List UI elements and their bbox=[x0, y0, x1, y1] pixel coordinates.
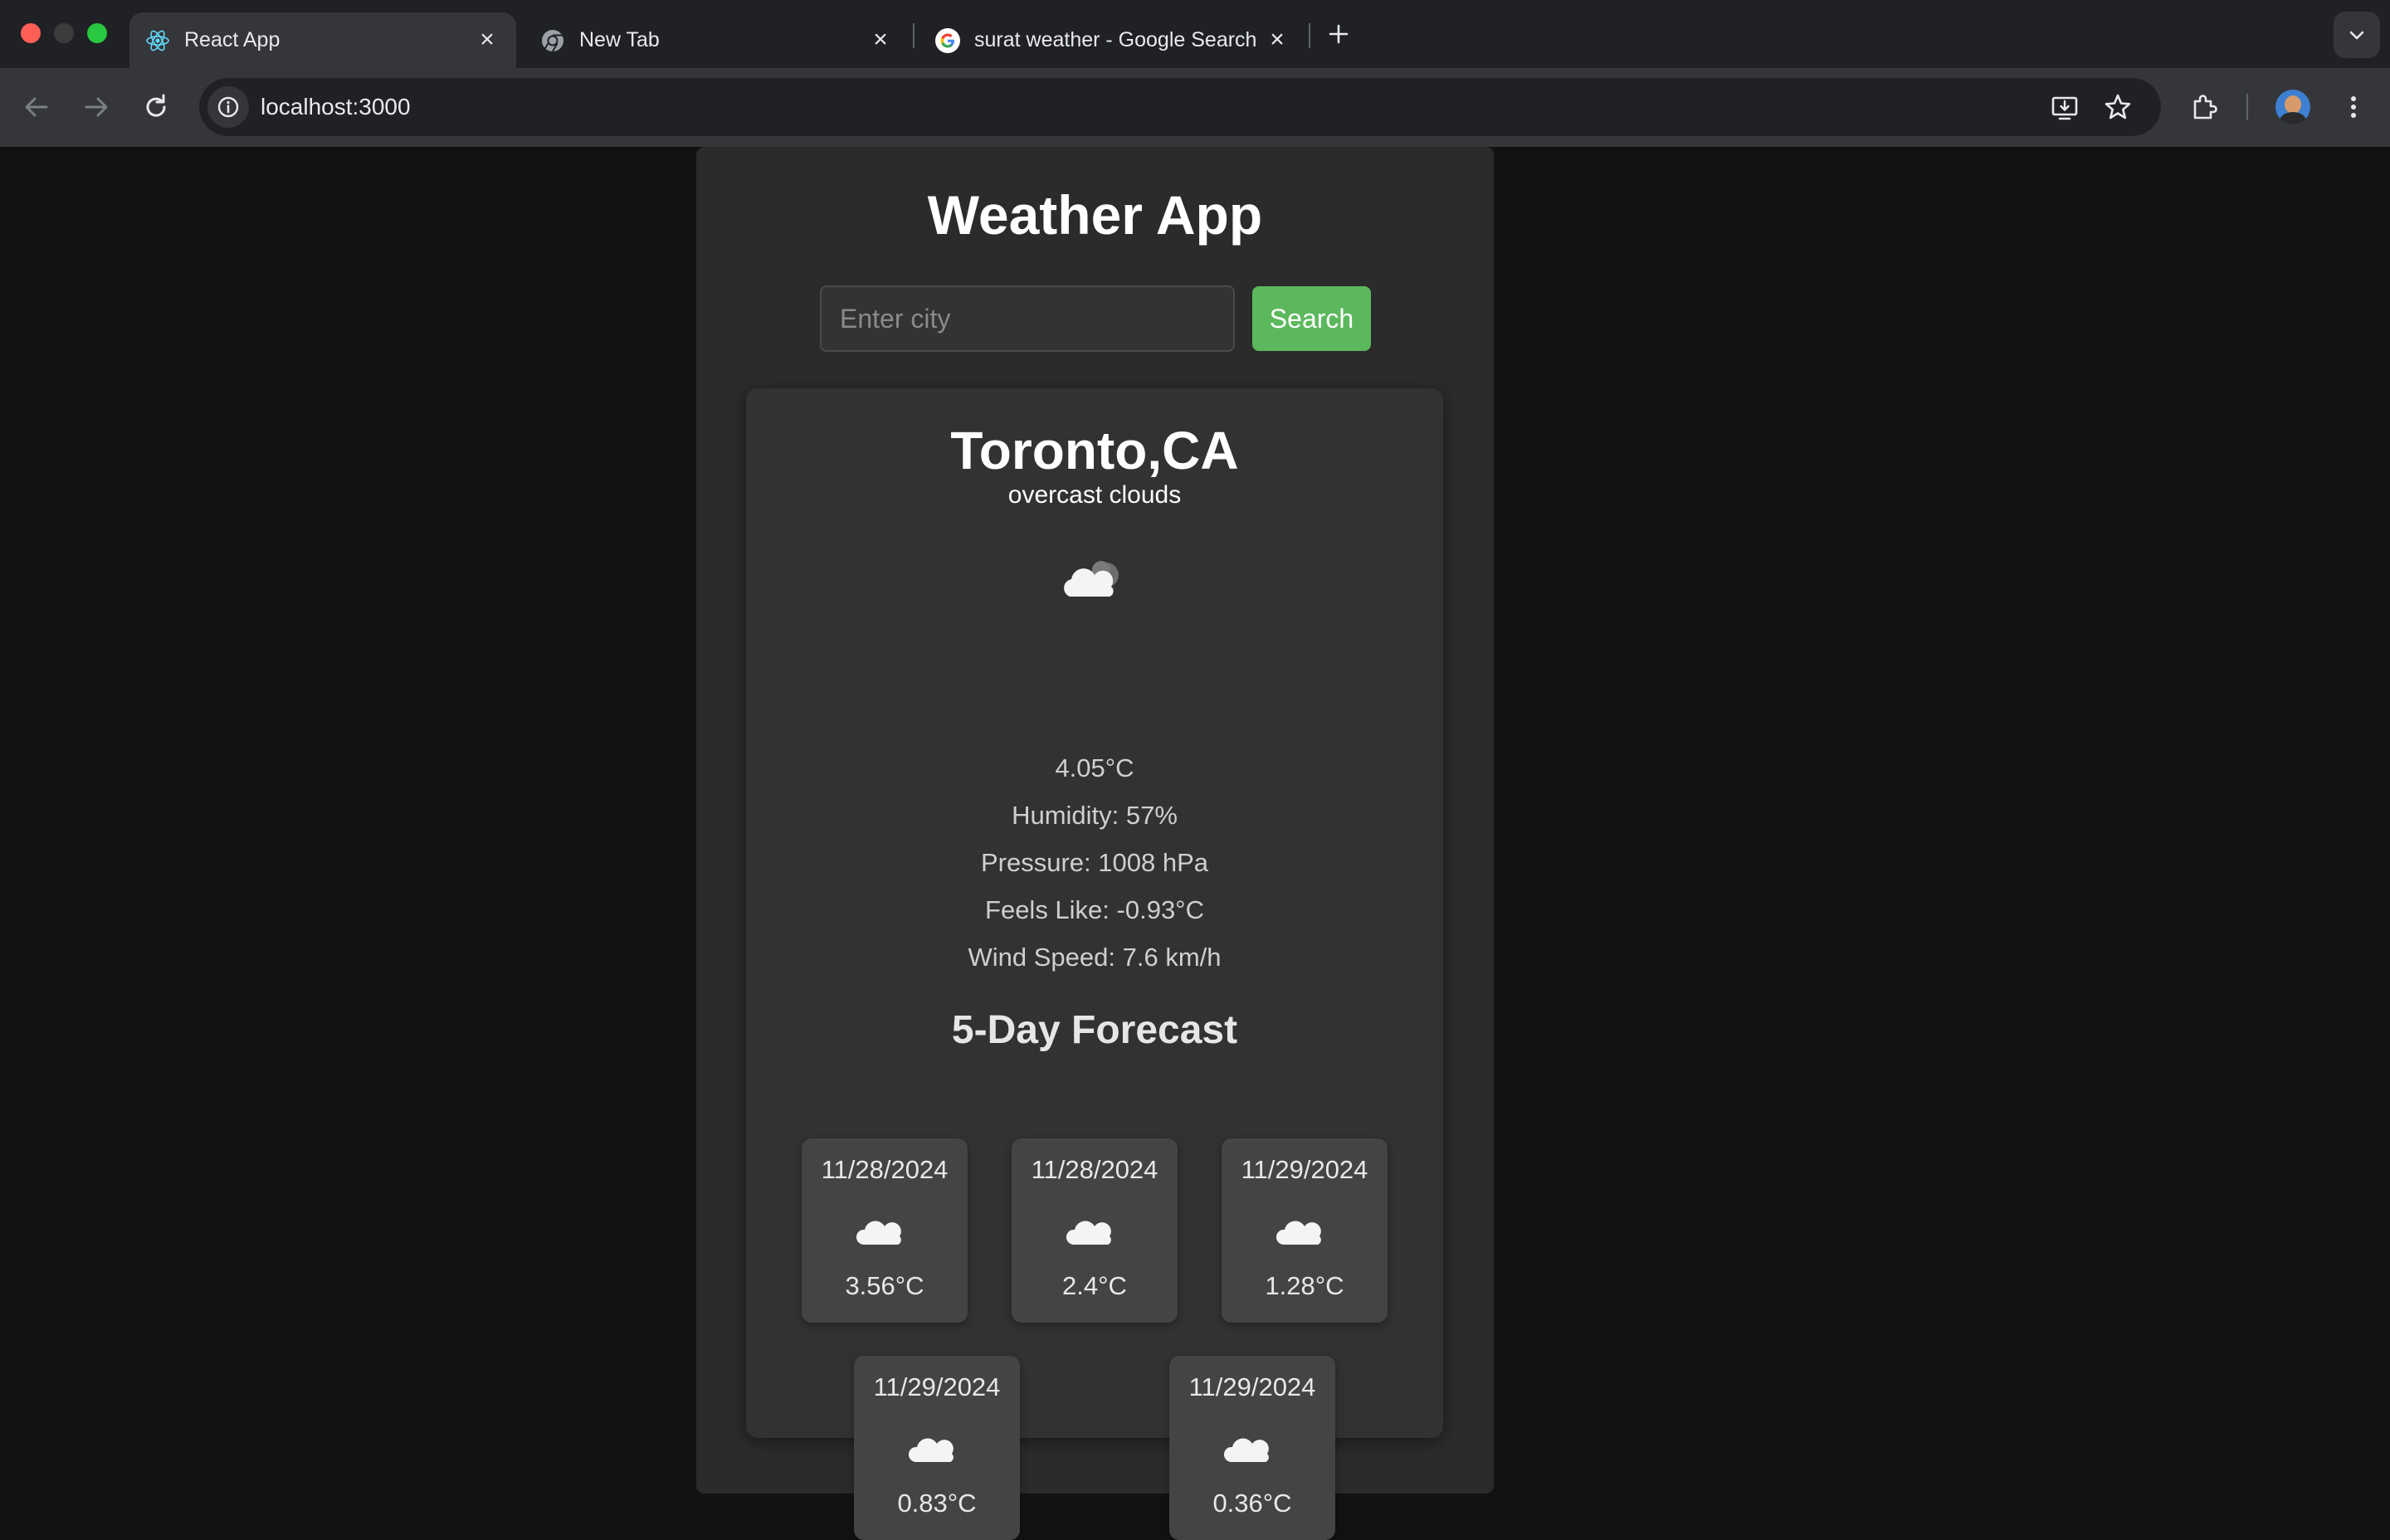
weather-card: Toronto,CA overcast clouds 4.05°C Humidi… bbox=[746, 388, 1443, 1540]
extensions-puzzle-icon[interactable] bbox=[2188, 90, 2222, 124]
tab-title: surat weather - Google Search bbox=[974, 28, 1256, 51]
pressure: Pressure: 1008 hPa bbox=[980, 848, 1208, 877]
info-icon bbox=[217, 96, 239, 118]
forecast-temp: 0.36°C bbox=[1212, 1489, 1292, 1518]
forecast-date: 11/29/2024 bbox=[1188, 1372, 1316, 1401]
tab-separator bbox=[913, 23, 915, 48]
app-title: Weather App bbox=[927, 184, 1263, 246]
tab-new-tab[interactable]: New Tab × bbox=[524, 12, 908, 68]
forecast-temp: 3.56°C bbox=[845, 1271, 924, 1300]
cloud-icon bbox=[908, 1438, 954, 1462]
window-minimize-button[interactable] bbox=[54, 23, 74, 43]
humidity: Humidity: 57% bbox=[1012, 801, 1178, 830]
window-maximize-button[interactable] bbox=[87, 23, 107, 43]
cloud-icon bbox=[1223, 1438, 1269, 1462]
install-app-icon[interactable] bbox=[2050, 93, 2080, 123]
forecast-item: 11/28/2024 2.4°C bbox=[1012, 1138, 1178, 1323]
forecast-temp: 2.4°C bbox=[1062, 1271, 1127, 1300]
window-close-button[interactable] bbox=[21, 23, 41, 43]
cloud-icon bbox=[856, 1221, 901, 1245]
tab-separator bbox=[1309, 23, 1310, 48]
city-name: Toronto,CA bbox=[950, 421, 1239, 480]
app-container: Weather App Search Toronto,CA overcast c… bbox=[696, 147, 1494, 1540]
search-button[interactable]: Search bbox=[1252, 286, 1371, 351]
feels-like: Feels Like: -0.93°C bbox=[985, 895, 1204, 924]
url-text: localhost:3000 bbox=[261, 94, 411, 119]
close-tab-icon[interactable]: × bbox=[1263, 26, 1291, 54]
more-menu-icon[interactable] bbox=[2337, 90, 2370, 124]
cloud-icon bbox=[1066, 1221, 1111, 1245]
toolbar-separator bbox=[2246, 94, 2248, 120]
reload-icon[interactable] bbox=[139, 90, 173, 124]
temperature: 4.05°C bbox=[1055, 753, 1134, 782]
forecast-temp: 1.28°C bbox=[1265, 1271, 1344, 1300]
page-viewport: Weather App Search Toronto,CA overcast c… bbox=[0, 147, 2390, 1540]
forecast-title: 5-Day Forecast bbox=[951, 1008, 1238, 1052]
close-tab-icon[interactable]: × bbox=[473, 26, 501, 54]
back-arrow-icon[interactable] bbox=[20, 90, 53, 124]
google-icon bbox=[935, 28, 960, 53]
profile-avatar[interactable] bbox=[2275, 90, 2310, 124]
browser-toolbar: localhost:3000 bbox=[0, 68, 2390, 147]
forward-arrow-icon[interactable] bbox=[80, 90, 113, 124]
weather-description: overcast clouds bbox=[1007, 481, 1182, 509]
forecast-item: 11/29/2024 0.83°C bbox=[854, 1356, 1020, 1540]
tab-title: New Tab bbox=[579, 28, 660, 51]
forecast-item: 11/28/2024 3.56°C bbox=[802, 1138, 968, 1323]
forecast-temp: 0.83°C bbox=[897, 1489, 977, 1518]
tab-bar: React App × New Tab × surat weather - Go… bbox=[0, 0, 2390, 68]
react-icon bbox=[146, 30, 169, 51]
cloud-icon bbox=[1064, 561, 1119, 597]
tab-react-app[interactable]: React App × bbox=[129, 12, 516, 68]
new-tab-plus-icon[interactable] bbox=[1324, 20, 1353, 48]
tab-title: React App bbox=[184, 28, 280, 51]
cloud-icon bbox=[1275, 1221, 1321, 1245]
forecast-item: 11/29/2024 0.36°C bbox=[1169, 1356, 1335, 1540]
site-info-button[interactable] bbox=[207, 86, 249, 128]
wind-speed: Wind Speed: 7.6 km/h bbox=[968, 943, 1222, 972]
tab-google-search[interactable]: surat weather - Google Search × bbox=[919, 12, 1306, 68]
forecast-date: 11/29/2024 bbox=[873, 1372, 1001, 1401]
forecast-date: 11/29/2024 bbox=[1241, 1155, 1368, 1184]
close-tab-icon[interactable]: × bbox=[866, 26, 895, 54]
tab-search-button[interactable] bbox=[2334, 12, 2380, 58]
bookmark-star-icon[interactable] bbox=[2103, 92, 2133, 122]
chrome-icon bbox=[542, 30, 563, 53]
city-search-input[interactable] bbox=[820, 285, 1235, 352]
address-bar[interactable]: localhost:3000 bbox=[199, 78, 2161, 136]
chevron-down-icon bbox=[2349, 31, 2364, 40]
forecast-date: 11/28/2024 bbox=[1031, 1155, 1158, 1184]
forecast-date: 11/28/2024 bbox=[821, 1155, 949, 1184]
forecast-item: 11/29/2024 1.28°C bbox=[1222, 1138, 1388, 1323]
